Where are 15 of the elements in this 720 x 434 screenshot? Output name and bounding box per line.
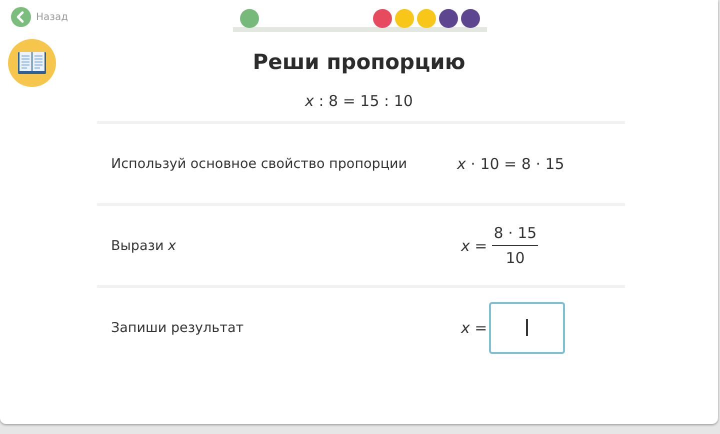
numerator: 8 · 15: [494, 224, 537, 242]
expression-lhs: x =: [461, 236, 488, 254]
back-icon: [11, 7, 31, 27]
task-title: Реши пропорцию: [252, 50, 466, 74]
step-expression: x · 10 = 8 · 15: [456, 154, 564, 172]
step-label: Вырази x: [110, 238, 178, 254]
answer-field[interactable]: [489, 302, 566, 354]
step-label: Используй основное свойство пропорции: [110, 156, 408, 172]
task-equation: x : 8 = 15 : 10: [304, 92, 414, 110]
text-cursor: [526, 319, 528, 336]
expression-lhs: x =: [461, 318, 488, 336]
book-icon: [8, 39, 56, 87]
step-label: Запиши результат: [110, 320, 245, 336]
back-link[interactable]: Назад: [11, 7, 221, 27]
denominator: 10: [506, 249, 525, 267]
